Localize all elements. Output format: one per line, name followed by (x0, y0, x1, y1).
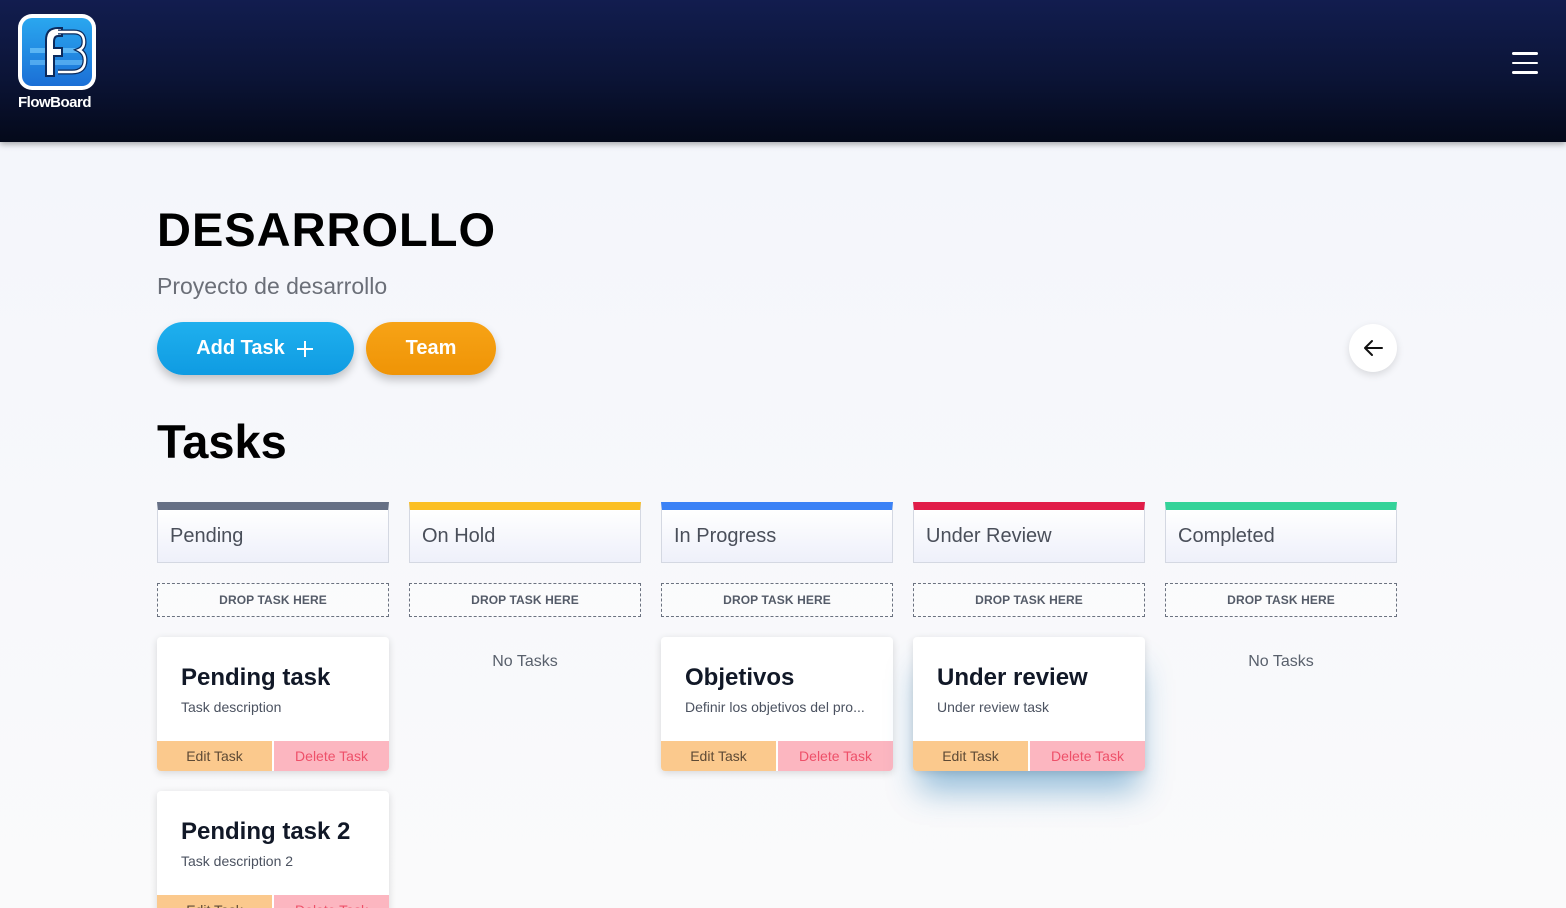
app-logo[interactable]: FlowBoard (18, 14, 98, 111)
task-description: Task description 2 (181, 853, 294, 869)
task-description: Task description (181, 699, 282, 715)
drop-zone[interactable]: DROP TASK HERE (661, 583, 893, 617)
hamburger-menu-icon[interactable] (1508, 52, 1542, 78)
column-header: In Progress (661, 502, 893, 563)
top-navbar: FlowBoard (0, 0, 1566, 142)
task-card[interactable]: Under review Under review task Edit Task De… (913, 637, 1145, 771)
tasks-heading: Tasks (157, 415, 287, 468)
back-button[interactable] (1349, 324, 1397, 372)
column-on-hold: On Hold DROP TASK HERE No Tasks (409, 502, 641, 671)
logo-text: FlowBoard (18, 94, 92, 111)
delete-task-button[interactable]: Delete Task (274, 895, 389, 908)
drop-zone[interactable]: DROP TASK HERE (409, 583, 641, 617)
column-header: Under Review (913, 502, 1145, 563)
drop-zone[interactable]: DROP TASK HERE (1165, 583, 1397, 617)
edit-task-button[interactable]: Edit Task (913, 741, 1030, 771)
task-description: Definir los objetivos del pro... (685, 699, 865, 715)
task-card[interactable]: Objetivos Definir los objetivos del pro..… (661, 637, 893, 771)
arrow-left-icon (1364, 340, 1383, 356)
plus-icon (296, 340, 313, 357)
team-button[interactable]: Team (366, 322, 496, 375)
column-header: Pending (157, 502, 389, 563)
add-task-button[interactable]: Add Task (157, 322, 354, 375)
delete-task-button[interactable]: Delete Task (1030, 741, 1145, 771)
task-title: Objetivos (685, 664, 795, 691)
task-actions: Edit TaskDelete Task (157, 741, 389, 771)
drop-zone[interactable]: DROP TASK HERE (913, 583, 1145, 617)
task-actions: Edit TaskDelete Task (661, 741, 893, 771)
project-title: DESARROLLO (157, 203, 496, 256)
column-completed: Completed DROP TASK HERE No Tasks (1165, 502, 1397, 671)
no-tasks-label: No Tasks (1248, 653, 1314, 670)
task-description: Under review task (937, 699, 1050, 715)
task-title: Pending task (181, 664, 331, 691)
column-pending: Pending DROP TASK HERE Pending task Task de… (157, 502, 389, 908)
drop-zone[interactable]: DROP TASK HERE (157, 583, 389, 617)
edit-task-button[interactable]: Edit Task (157, 741, 274, 771)
logo-icon (18, 14, 96, 90)
task-actions: Edit TaskDelete Task (157, 895, 389, 908)
task-card[interactable]: Pending task Task description Edit Task Del… (157, 637, 389, 771)
column-in-progress: In Progress DROP TASK HERE Objetivos Defini… (661, 502, 893, 771)
no-tasks-label: No Tasks (492, 653, 558, 670)
delete-task-button[interactable]: Delete Task (274, 741, 389, 771)
column-under-review: Under Review DROP TASK HERE Under review Un… (913, 502, 1145, 771)
column-header: On Hold (409, 502, 641, 563)
delete-task-button[interactable]: Delete Task (778, 741, 893, 771)
edit-task-button[interactable]: Edit Task (661, 741, 778, 771)
task-title: Pending task 2 (181, 818, 351, 845)
task-actions: Edit TaskDelete Task (913, 741, 1145, 771)
add-task-label: Add Task (196, 337, 285, 359)
task-card[interactable]: Pending task 2 Task description 2 Edit Tas… (157, 791, 389, 908)
task-title: Under review (937, 664, 1088, 691)
column-header: Completed (1165, 502, 1397, 563)
edit-task-button[interactable]: Edit Task (157, 895, 274, 908)
project-description: Proyecto de desarrollo (157, 273, 388, 299)
